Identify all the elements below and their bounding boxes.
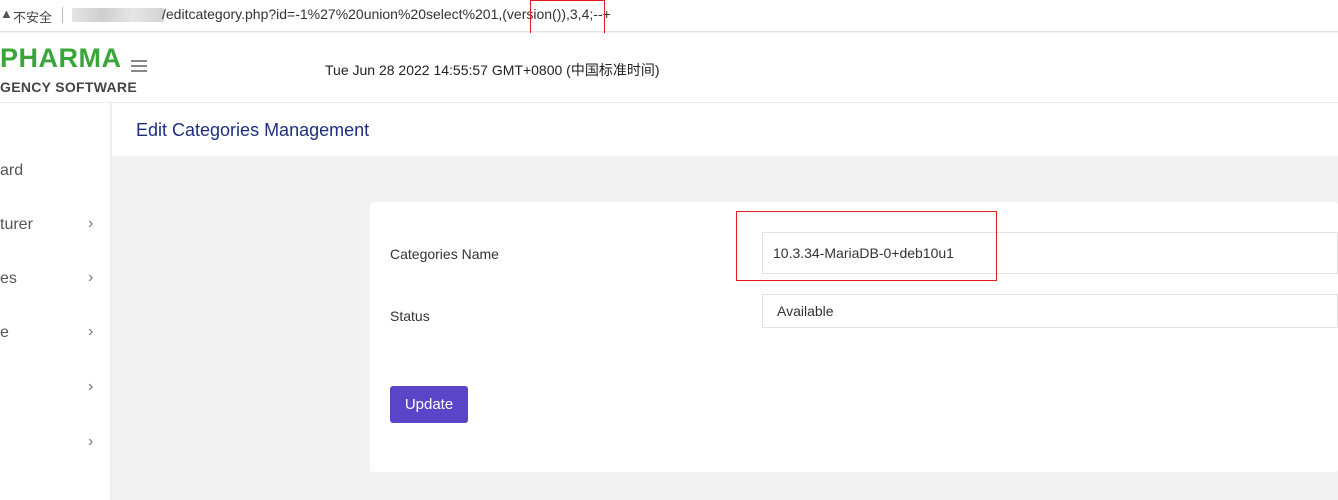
logo-title: PHARMA bbox=[0, 43, 122, 73]
chevron-right-icon: › bbox=[88, 269, 94, 286]
page-title: Edit Categories Management bbox=[136, 120, 370, 140]
sidebar-item-5[interactable]: › bbox=[0, 377, 111, 401]
status-label: Status bbox=[390, 308, 430, 324]
sidebar: ard turer › es › e › › › bbox=[0, 103, 111, 500]
logo-subtitle: GENCY SOFTWARE bbox=[0, 79, 137, 95]
sidebar-item-label: ard bbox=[0, 162, 24, 179]
top-header: PHARMA GENCY SOFTWARE Tue Jun 28 2022 14… bbox=[0, 33, 1338, 103]
highlight-box-input bbox=[736, 211, 997, 281]
redacted-host bbox=[72, 8, 164, 22]
status-select[interactable]: Available bbox=[762, 294, 1338, 328]
chevron-right-icon: › bbox=[88, 215, 94, 232]
sidebar-item-dashboard[interactable]: ard bbox=[0, 160, 111, 184]
page-title-bar: Edit Categories Management bbox=[112, 103, 1338, 156]
sidebar-item-label: e bbox=[0, 324, 9, 341]
chevron-right-icon: › bbox=[88, 323, 94, 340]
sidebar-item-label: es bbox=[0, 270, 17, 287]
status-selected-value: Available bbox=[777, 303, 834, 319]
categories-name-label: Categories Name bbox=[390, 246, 499, 262]
chevron-right-icon: › bbox=[88, 378, 94, 395]
warning-icon: ▲ bbox=[0, 6, 13, 21]
hamburger-menu-icon[interactable] bbox=[131, 60, 147, 72]
update-button[interactable]: Update bbox=[390, 386, 468, 423]
sidebar-item-6[interactable]: › bbox=[0, 432, 111, 456]
sidebar-item-categories[interactable]: es › bbox=[0, 268, 111, 292]
insecure-label[interactable]: 不安全 bbox=[13, 7, 52, 26]
datetime-display: Tue Jun 28 2022 14:55:57 GMT+0800 (中国标准时… bbox=[325, 62, 660, 78]
divider bbox=[62, 7, 63, 23]
sidebar-item-manufacturer[interactable]: turer › bbox=[0, 214, 111, 238]
sidebar-item-label: turer bbox=[0, 216, 33, 233]
sidebar-item-e[interactable]: e › bbox=[0, 322, 111, 346]
chevron-right-icon: › bbox=[88, 433, 94, 450]
address-bar[interactable]: ▲ 不安全 /editcategory.php?id=-1%27%20union… bbox=[0, 0, 1338, 32]
